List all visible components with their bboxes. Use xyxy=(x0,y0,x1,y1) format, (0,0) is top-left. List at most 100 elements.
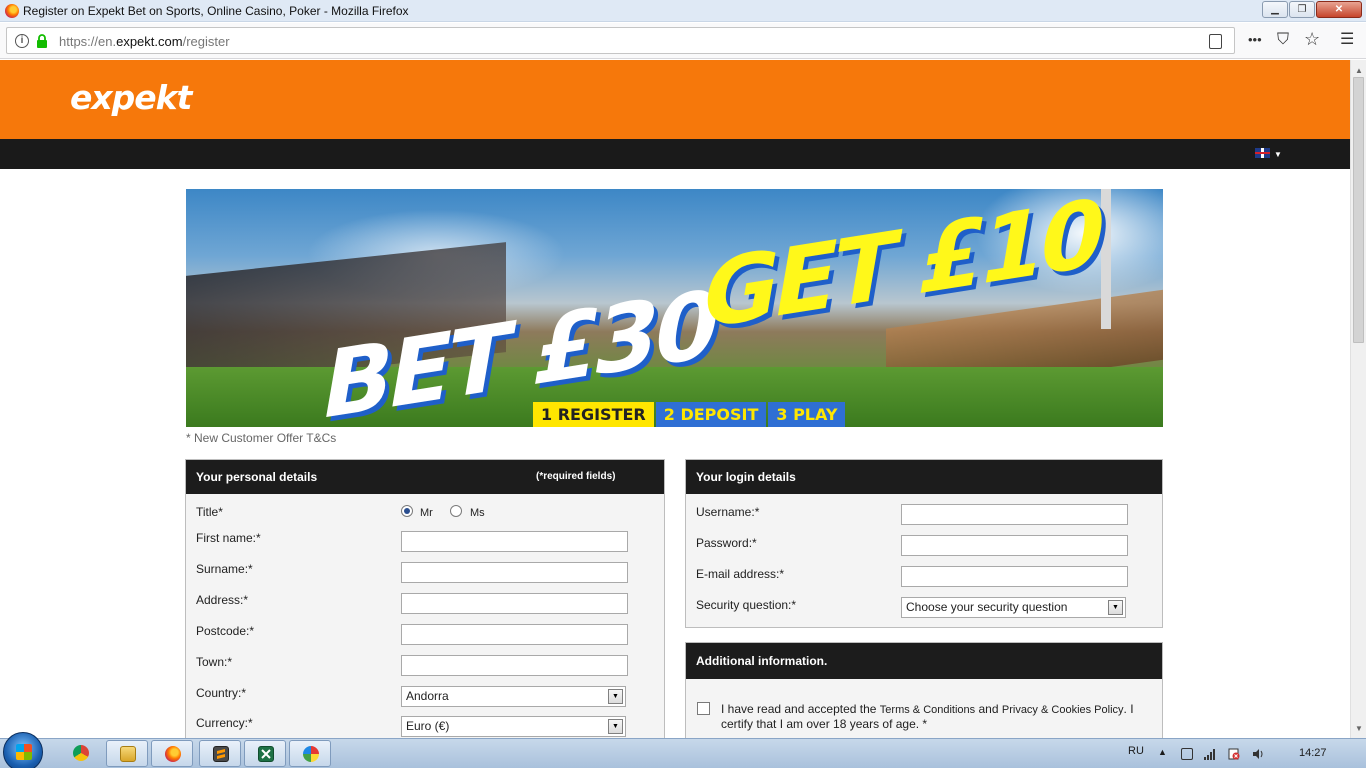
additional-info-panel: Additional information. I have read and … xyxy=(685,642,1163,738)
lock-icon[interactable] xyxy=(36,34,48,48)
paint-icon xyxy=(303,746,319,762)
currency-select-value: Euro (€) xyxy=(406,719,450,733)
clock-time[interactable]: 14:27 xyxy=(1299,747,1327,759)
additional-info-title: Additional information. xyxy=(696,654,828,668)
expekt-logo[interactable]: expekt xyxy=(70,78,192,117)
login-details-title: Your login details xyxy=(696,470,796,484)
promo-steps: 1 REGISTER 2 DEPOSIT 3 PLAY xyxy=(533,402,847,427)
first-name-input[interactable] xyxy=(401,531,628,552)
maximize-button[interactable]: ❐ xyxy=(1289,1,1315,18)
reader-view-icon[interactable] xyxy=(1209,34,1222,49)
taskbar-sublime[interactable] xyxy=(199,740,241,767)
security-question-value: Choose your security question xyxy=(906,600,1068,614)
country-select-value: Andorra xyxy=(406,689,449,703)
input-language[interactable]: RU xyxy=(1128,745,1144,757)
title-mr-radio[interactable] xyxy=(401,505,413,517)
chrome-icon xyxy=(73,745,89,761)
email-input[interactable] xyxy=(901,566,1128,587)
bookmark-star-icon[interactable]: ☆ xyxy=(1304,29,1320,49)
dropdown-arrow-icon[interactable]: ▼ xyxy=(608,689,623,704)
terms-checkbox[interactable] xyxy=(697,702,710,715)
currency-label: Currency:* xyxy=(196,716,253,730)
currency-select[interactable]: Euro (€) ▼ xyxy=(401,716,626,737)
pocket-icon[interactable]: ⛉ xyxy=(1277,30,1289,50)
show-hidden-icons[interactable]: ▲ xyxy=(1158,747,1167,757)
url-text[interactable]: https://en.expekt.com/register xyxy=(59,34,230,49)
network-signal-icon[interactable] xyxy=(1204,748,1216,760)
site-header: expekt xyxy=(0,60,1350,139)
sublime-icon xyxy=(213,746,229,762)
additional-info-header: Additional information. xyxy=(686,643,1162,679)
login-details-panel: Your login details Username:* Password:*… xyxy=(685,459,1163,628)
caret-down-icon: ▼ xyxy=(1274,150,1282,159)
explorer-icon xyxy=(120,746,136,762)
firefox-icon xyxy=(165,746,181,762)
site-nav-bar: ▼ xyxy=(0,139,1350,169)
uk-flag-icon xyxy=(1255,148,1270,158)
terms-text: I have read and accepted the Terms & Con… xyxy=(721,702,1134,731)
title-label: Title* xyxy=(196,505,223,519)
promo-banner[interactable]: BET £30 GET £10 1 REGISTER 2 DEPOSIT 3 P… xyxy=(186,189,1163,427)
url-bar[interactable]: i https://en.expekt.com/register xyxy=(6,27,1235,54)
dropdown-arrow-icon[interactable]: ▼ xyxy=(608,719,623,734)
personal-details-header: Your personal details (*required fields) xyxy=(186,460,664,494)
offer-tcs-link[interactable]: * New Customer Offer T&Cs xyxy=(186,431,336,445)
surname-input[interactable] xyxy=(401,562,628,583)
start-button[interactable] xyxy=(3,732,43,768)
hamburger-menu-icon[interactable]: ☰ xyxy=(1340,30,1354,50)
personal-details-panel: Your personal details (*required fields)… xyxy=(185,459,665,738)
minimize-button[interactable]: ▁ xyxy=(1262,1,1288,18)
username-label: Username:* xyxy=(696,505,760,519)
page-scrollbar[interactable]: ▲ ▼ xyxy=(1350,60,1366,738)
login-details-header: Your login details xyxy=(686,460,1162,494)
scrollbar-thumb[interactable] xyxy=(1353,77,1364,343)
taskbar-firefox[interactable] xyxy=(151,740,193,767)
step-deposit: 2 DEPOSIT xyxy=(655,402,767,427)
password-input[interactable] xyxy=(901,535,1128,556)
taskbar-chrome[interactable] xyxy=(60,740,102,767)
volume-icon[interactable] xyxy=(1252,748,1264,760)
window-titlebar: Register on Expekt Bet on Sports, Online… xyxy=(0,0,1366,22)
site-info-icon[interactable]: i xyxy=(15,34,29,48)
step-register: 1 REGISTER xyxy=(533,402,654,427)
password-label: Password:* xyxy=(696,536,757,550)
dropdown-arrow-icon[interactable]: ▼ xyxy=(1108,600,1123,615)
postcode-label: Postcode:* xyxy=(196,624,255,638)
page-viewport: expekt ▼ BET £30 GET £10 1 REGISTER 2 DE… xyxy=(0,60,1350,738)
title-mr-label[interactable]: Mr xyxy=(420,507,433,519)
postcode-input[interactable] xyxy=(401,624,628,645)
personal-details-title: Your personal details xyxy=(196,470,318,484)
step-play: 3 PLAY xyxy=(768,402,846,427)
surname-label: Surname:* xyxy=(196,562,253,576)
username-input[interactable] xyxy=(901,504,1128,525)
security-question-label: Security question:* xyxy=(696,598,797,612)
taskbar-explorer[interactable] xyxy=(106,740,148,767)
windows-taskbar: RU ▲ 14:27 xyxy=(0,732,1366,768)
title-ms-radio[interactable] xyxy=(450,505,462,517)
security-question-select[interactable]: Choose your security question ▼ xyxy=(901,597,1126,618)
taskbar-excel[interactable] xyxy=(244,740,286,767)
country-select[interactable]: Andorra ▼ xyxy=(401,686,626,707)
action-center-warning-icon[interactable] xyxy=(1228,748,1240,760)
close-window-button[interactable]: ✕ xyxy=(1316,1,1362,18)
terms-conditions-link[interactable]: Terms & Conditions xyxy=(880,704,975,716)
town-input[interactable] xyxy=(401,655,628,676)
privacy-policy-link[interactable]: Privacy & Cookies Policy xyxy=(1002,704,1124,716)
scroll-down-arrow-icon[interactable]: ▼ xyxy=(1355,724,1363,733)
language-selector[interactable]: ▼ xyxy=(1255,148,1283,160)
title-ms-label[interactable]: Ms xyxy=(470,507,485,519)
address-label: Address:* xyxy=(196,593,249,607)
country-label: Country:* xyxy=(196,686,247,700)
scroll-up-arrow-icon[interactable]: ▲ xyxy=(1355,66,1363,75)
promo-slogan-get: GET £10 xyxy=(694,189,1111,351)
taskbar-paint[interactable] xyxy=(289,740,331,767)
town-label: Town:* xyxy=(196,655,233,669)
device-icon[interactable] xyxy=(1181,748,1193,760)
browser-navbar: i https://en.expekt.com/register ••• ⛉ ☆… xyxy=(0,23,1366,59)
required-fields-note: (*required fields) xyxy=(536,471,616,482)
address-input[interactable] xyxy=(401,593,628,614)
window-title: Register on Expekt Bet on Sports, Online… xyxy=(23,4,409,18)
firefox-logo-icon xyxy=(5,4,19,18)
page-actions-icon[interactable]: ••• xyxy=(1248,30,1262,50)
excel-icon xyxy=(258,746,274,762)
